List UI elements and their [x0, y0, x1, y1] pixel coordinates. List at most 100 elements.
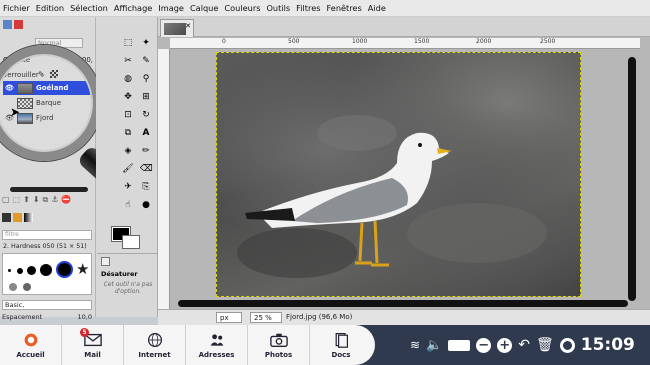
- smudge-tool-icon[interactable]: ☝: [122, 199, 134, 211]
- menu-outils[interactable]: Outils: [266, 3, 290, 13]
- menu-aide[interactable]: Aide: [368, 3, 386, 13]
- rotate-tool-icon[interactable]: ↻: [140, 109, 152, 121]
- horizontal-scrollbar[interactable]: [178, 300, 628, 307]
- image-window: ✕ 0 500 1000 1500 2000 2500: [158, 17, 650, 317]
- unit-select[interactable]: px: [216, 312, 242, 323]
- app-dock: Accueil 5 Mail Internet Adresses Photos …: [0, 325, 375, 365]
- dock-accueil[interactable]: Accueil: [0, 325, 62, 365]
- pattern-tab-icon[interactable]: [13, 213, 22, 222]
- dock-label: Docs: [331, 350, 351, 359]
- layers-tab-icon[interactable]: [3, 20, 12, 29]
- eraser-tool-icon[interactable]: ⌫: [140, 163, 153, 175]
- brush-filter-input[interactable]: filtre: [2, 230, 92, 240]
- canvas-image-gull-on-rock[interactable]: [216, 52, 581, 297]
- battery-icon[interactable]: [448, 339, 471, 351]
- ruler-label: 1000: [352, 38, 368, 45]
- dock-adresses[interactable]: Adresses: [186, 325, 248, 365]
- fuzzy-select-tool-icon[interactable]: ✦: [140, 37, 152, 49]
- ruler-label: 1500: [414, 38, 430, 45]
- dock-mail[interactable]: 5 Mail: [62, 325, 124, 365]
- brush-preview[interactable]: [40, 264, 52, 276]
- vertical-scrollbar[interactable]: [628, 57, 636, 301]
- vertical-ruler: [158, 49, 170, 309]
- free-select-tool-icon[interactable]: ⬚: [122, 37, 134, 49]
- dock-docs[interactable]: Docs: [310, 325, 372, 365]
- trash-icon[interactable]: 🗑: [536, 337, 554, 353]
- airbrush-tool-icon[interactable]: ✈: [122, 181, 134, 193]
- color-picker-tool-icon[interactable]: ✎: [140, 55, 152, 67]
- paintbrush-tool-icon[interactable]: 🖌: [122, 163, 134, 175]
- clock: 15:09: [580, 335, 635, 355]
- dodge-burn-tool-icon[interactable]: ●: [140, 199, 152, 211]
- zoom-out-icon[interactable]: −: [476, 337, 492, 353]
- dock-photos[interactable]: Photos: [248, 325, 310, 365]
- back-arrow-icon[interactable]: ↶: [518, 337, 530, 353]
- image-tab-bar: ✕: [158, 17, 650, 37]
- channels-tab-icon[interactable]: [14, 20, 23, 29]
- menu-calque[interactable]: Calque: [190, 3, 218, 13]
- documents-icon: [335, 332, 348, 348]
- contacts-icon: [210, 333, 223, 346]
- dock-label: Accueil: [16, 350, 45, 359]
- align-tool-icon[interactable]: ⊞: [140, 91, 152, 103]
- gradient-tab-icon[interactable]: [24, 213, 33, 222]
- image-tab[interactable]: ✕: [160, 19, 194, 37]
- file-info: Fjord.jpg (96,6 Mo): [286, 313, 353, 321]
- brush-panel-tabs: [2, 213, 42, 225]
- zoom-select[interactable]: 25 %: [250, 312, 282, 323]
- close-icon[interactable]: ✕: [185, 22, 191, 30]
- text-tool-icon[interactable]: A: [140, 127, 152, 139]
- ruler-label: 500: [288, 38, 300, 45]
- brush-preview[interactable]: [56, 261, 73, 278]
- volume-icon[interactable]: 🔈: [426, 338, 442, 353]
- background-color-swatch[interactable]: [122, 235, 140, 249]
- brush-preview[interactable]: [9, 283, 17, 291]
- menu-fichier[interactable]: Fichier: [3, 3, 30, 13]
- tool-options-tab-icon[interactable]: [101, 257, 110, 266]
- dock-internet[interactable]: Internet: [124, 325, 186, 365]
- menu-image[interactable]: Image: [158, 3, 184, 13]
- transform-tool-icon[interactable]: ⧉: [122, 127, 134, 139]
- brush-tab-icon[interactable]: [2, 213, 11, 222]
- brush-preset-select[interactable]: Basic,: [2, 300, 92, 310]
- menu-filtres[interactable]: Filtres: [296, 3, 320, 13]
- image-tab-thumbnail: [164, 23, 186, 35]
- gull-photo: [237, 115, 547, 278]
- brush-name: 2. Hardness 050 (51 × 51): [3, 243, 87, 250]
- dock-tab-icons: [3, 19, 33, 31]
- dock-label: Adresses: [198, 350, 235, 359]
- toolbox: ⬚ ✦ ✂ ✎ ◍ ⚲ ✥ ⊞ ⊡ ↻ ⧉ A ◈ ✏ 🖌 ⌫ ✈ ⎘ ☝ ● …: [96, 17, 158, 317]
- wifi-icon[interactable]: ≋: [410, 338, 420, 352]
- brush-preview[interactable]: [27, 266, 36, 275]
- menu-selection[interactable]: Sélection: [70, 3, 108, 13]
- brush-preview[interactable]: [17, 268, 23, 274]
- crop-tool-icon[interactable]: ⊡: [122, 109, 134, 121]
- scissors-tool-icon[interactable]: ✂: [122, 55, 134, 67]
- brush-preview[interactable]: [8, 269, 11, 272]
- menu-affichage[interactable]: Affichage: [114, 3, 152, 13]
- menu-edition[interactable]: Edition: [36, 3, 64, 13]
- brush-grid[interactable]: ★: [2, 253, 92, 295]
- help-lifebuoy-icon[interactable]: [559, 337, 575, 353]
- pencil-tool-icon[interactable]: ✏: [140, 145, 152, 157]
- spacing-value[interactable]: 10,0: [78, 313, 92, 321]
- zoom-in-icon[interactable]: +: [497, 337, 513, 353]
- bucket-fill-tool-icon[interactable]: ◈: [122, 145, 134, 157]
- dock-label: Mail: [84, 350, 101, 359]
- menu-bar: Fichier Edition Sélection Affichage Imag…: [0, 0, 650, 17]
- menu-fenetres[interactable]: Fenêtres: [327, 3, 362, 13]
- star-brush-icon[interactable]: ★: [76, 260, 89, 278]
- foreground-select-tool-icon[interactable]: ◍: [122, 73, 134, 85]
- menu-couleurs[interactable]: Couleurs: [224, 3, 260, 13]
- brush-preview[interactable]: [23, 283, 31, 291]
- globe-icon: [147, 332, 162, 347]
- ruler-label: 2000: [476, 38, 492, 45]
- clone-tool-icon[interactable]: ⎘: [140, 181, 152, 193]
- zoom-tool-icon[interactable]: ⚲: [140, 73, 152, 85]
- measure-tool-icon[interactable]: ✥: [122, 91, 134, 103]
- layers-scrollbar[interactable]: [10, 187, 88, 192]
- mail-badge: 5: [80, 328, 89, 337]
- layers-action-bar: ▢⬚⬆⬇⧉⚓⛔: [2, 195, 75, 204]
- system-tray: ≋ 🔈 − + ↶ 🗑 15:09: [410, 325, 635, 365]
- home-icon: [24, 333, 37, 346]
